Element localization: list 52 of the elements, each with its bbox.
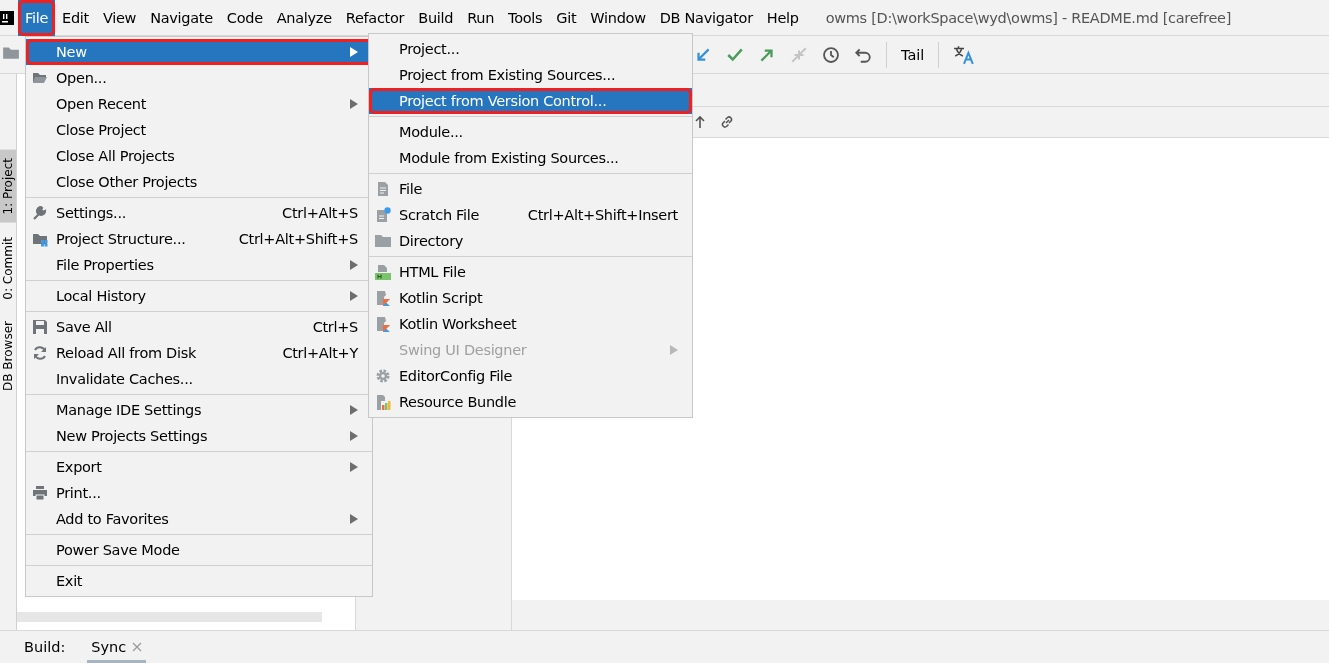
menu-item[interactable]: Open... xyxy=(26,65,372,91)
menu-item[interactable]: Project... xyxy=(369,36,692,62)
menu-item[interactable]: Add to Favorites xyxy=(26,506,372,532)
menu-bar-item[interactable]: DB Navigator xyxy=(652,0,760,36)
menu-item[interactable]: Close All Projects xyxy=(26,143,372,169)
menu-item[interactable]: Open Recent xyxy=(26,91,372,117)
tail-button[interactable]: Tail xyxy=(901,46,925,63)
menu-item[interactable]: Project from Version Control... xyxy=(369,88,692,114)
menu-bar-item[interactable]: Build xyxy=(411,0,461,36)
menu-item[interactable]: Kotlin Worksheet xyxy=(369,311,692,337)
menu-item[interactable]: Manage IDE Settings xyxy=(26,397,372,423)
menu-item[interactable]: Project Structure... Ctrl+Alt+Shift+S xyxy=(26,226,372,252)
menu-item[interactable]: Close Other Projects xyxy=(26,169,372,195)
menu-bar-item[interactable]: Analyze xyxy=(269,0,339,36)
menu-item[interactable]: Settings... Ctrl+Alt+S xyxy=(26,200,372,226)
tool-window-tab[interactable]: 0: Commit xyxy=(0,228,16,308)
menu-bar-item[interactable]: View xyxy=(95,0,144,36)
menu-bar-item[interactable]: Edit xyxy=(55,0,96,36)
menu-bar-item[interactable]: Window xyxy=(583,0,653,36)
menu-bar-item[interactable]: Run xyxy=(460,0,502,36)
menu-item[interactable]: EditorConfig File xyxy=(369,363,692,389)
menu-item[interactable]: Module from Existing Sources... xyxy=(369,145,692,171)
menu-bar-item[interactable]: Git xyxy=(549,0,584,36)
menu-bar-item[interactable]: Code xyxy=(219,0,270,36)
menu-item[interactable]: Exit xyxy=(26,568,372,594)
menu-bar-item[interactable]: Refactor xyxy=(338,0,412,36)
menu-item[interactable]: New Projects Settings xyxy=(26,423,372,449)
menu-item[interactable]: Power Save Mode xyxy=(26,537,372,563)
menu-bar-item[interactable]: Help xyxy=(759,0,806,36)
menu-item[interactable]: Close Project xyxy=(26,117,372,143)
menu-item[interactable]: File xyxy=(369,176,692,202)
menu-item[interactable]: Kotlin Script xyxy=(369,285,692,311)
menu-item[interactable]: Invalidate Caches... xyxy=(26,366,372,392)
menu-bar-item[interactable]: File xyxy=(18,0,56,36)
menu-item[interactable]: Module... xyxy=(369,119,692,145)
menu-item[interactable]: Reload All from Disk Ctrl+Alt+Y xyxy=(26,340,372,366)
tool-window-tab[interactable]: 1: Project xyxy=(0,150,16,223)
menu-item[interactable]: HTML File xyxy=(369,259,692,285)
tool-window-tab[interactable]: DB Browser xyxy=(0,313,16,400)
sync-tab[interactable]: Sync xyxy=(87,631,147,663)
menu-item[interactable]: File Properties xyxy=(26,252,372,278)
menu-item[interactable]: Print... xyxy=(26,480,372,506)
menu-item[interactable]: Resource Bundle xyxy=(369,389,692,415)
menu-item[interactable]: Directory xyxy=(369,228,692,254)
window-title: owms [D:\workSpace\wyd\owms] - README.md [carefree] xyxy=(825,9,1232,26)
menu-item[interactable]: Scratch File Ctrl+Alt+Shift+Insert xyxy=(369,202,692,228)
menu-item[interactable]: Project from Existing Sources... xyxy=(369,62,692,88)
build-label: Build: xyxy=(24,639,66,655)
menu-item[interactable]: Local History xyxy=(26,283,372,309)
menu-bar-item[interactable]: Tools xyxy=(501,0,550,36)
menu-bar-item[interactable]: Navigate xyxy=(143,0,220,36)
menu-item[interactable]: Export xyxy=(26,454,372,480)
